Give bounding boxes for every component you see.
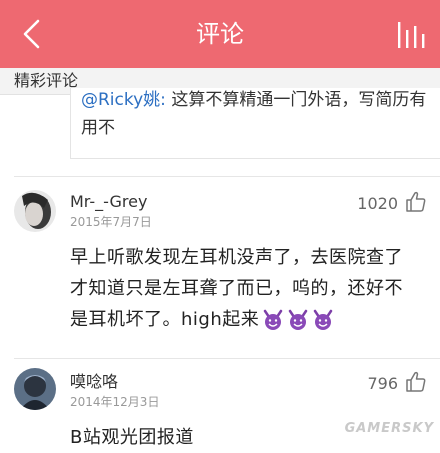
page-title: 评论 xyxy=(196,20,244,48)
comment-username[interactable]: 嗼唸咯 xyxy=(70,372,118,392)
comment-username[interactable]: Mr-_-Grey xyxy=(70,192,147,212)
divider xyxy=(14,176,440,177)
thumbs-up-icon[interactable] xyxy=(404,190,428,214)
quoted-reply[interactable]: @Ricky姚: 这算不算精通一门外语，写简历有用不 xyxy=(70,88,440,159)
like-count: 1020 xyxy=(357,194,398,213)
comment-text-content: 早上听歌发现左耳机没声了，去医院查了才知道只是左耳聋了而已，呜的，还好不是耳机坏… xyxy=(70,247,403,330)
watermark: GAMERSKY xyxy=(344,421,434,436)
smiling-devil-icon xyxy=(264,309,283,330)
comment-date: 2015年7月7日 xyxy=(70,215,152,229)
smiling-devil-icon xyxy=(314,309,333,330)
avatar[interactable] xyxy=(14,368,56,410)
thumbs-up-icon[interactable] xyxy=(404,370,428,394)
emoji-group xyxy=(259,309,334,330)
comment-text: 早上听歌发现左耳机没声了，去医院查了才知道只是左耳聋了而已，呜的，还好不是耳机坏… xyxy=(70,242,420,335)
like-count: 796 xyxy=(367,374,398,393)
quoted-username[interactable]: @Ricky姚: xyxy=(81,90,166,110)
app-header: 评论 xyxy=(0,0,440,68)
smiling-devil-icon xyxy=(289,309,308,330)
divider xyxy=(14,358,440,359)
avatar[interactable] xyxy=(14,190,56,232)
comment-date: 2014年12月3日 xyxy=(70,395,160,409)
bars-icon[interactable] xyxy=(396,18,426,50)
section-title: 精彩评论 xyxy=(14,71,79,90)
comment-item[interactable]: Mr-_-Grey 2015年7月7日 1020 早上听歌发现左耳机没声了，去医… xyxy=(0,186,440,356)
quoted-reply-text: @Ricky姚: 这算不算精通一门外语，写简历有用不 xyxy=(81,88,431,142)
